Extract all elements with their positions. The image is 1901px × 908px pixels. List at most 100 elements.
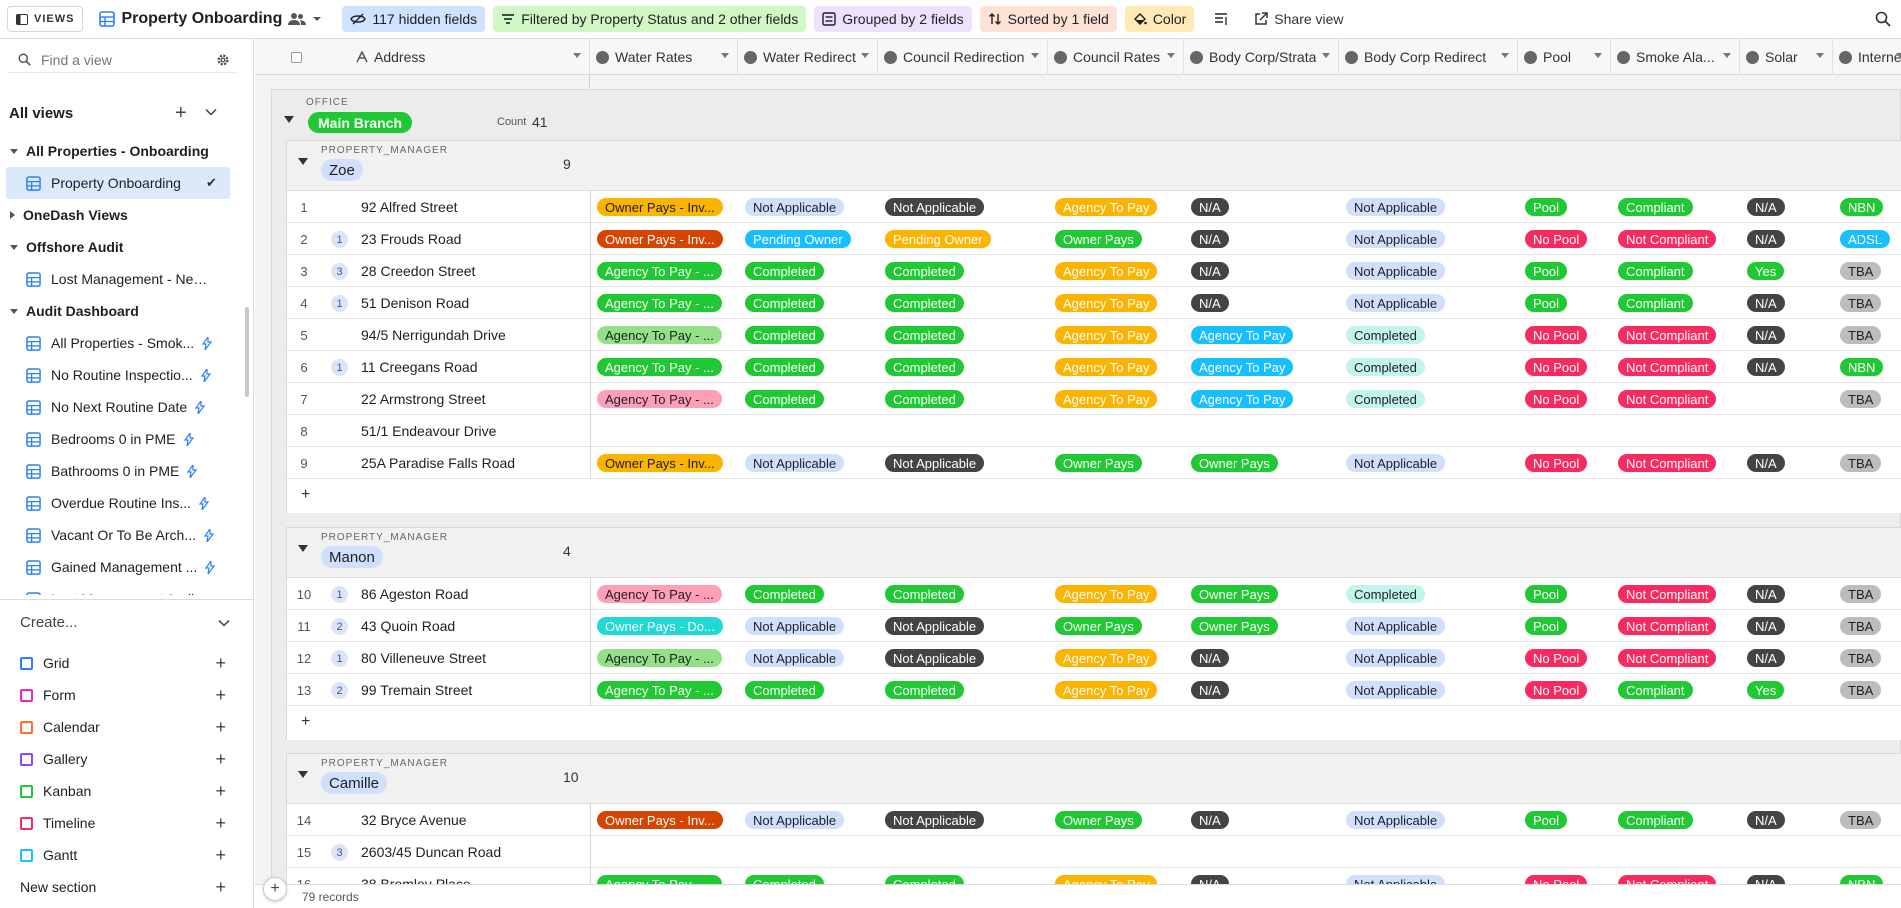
cell-internet[interactable]: TBA	[1834, 642, 1901, 674]
cell-water-redirect[interactable]: Pending Owner	[739, 223, 879, 255]
address-cell[interactable]: 2603/45 Duncan Road	[361, 836, 501, 868]
cell-council-redirection[interactable]: Not Applicable	[879, 642, 1049, 674]
cell-smoke-ala[interactable]: Not Compliant	[1612, 447, 1741, 479]
cell-smoke-ala[interactable]: Not Compliant	[1612, 578, 1741, 610]
table-row[interactable]: 14 32 Bryce Avenue Owner Pays - Inv... Not …	[287, 804, 1901, 836]
cell-smoke-ala[interactable]: Compliant	[1612, 255, 1741, 287]
cell-water-redirect[interactable]: Not Applicable	[739, 191, 879, 223]
cell-body-corp-strata[interactable]	[1185, 836, 1340, 868]
cell-pool[interactable]: Pool	[1519, 610, 1612, 642]
comment-count-badge[interactable]: 1	[331, 650, 348, 667]
cell-body-corp-strata[interactable]: N/A	[1185, 642, 1340, 674]
cell-council-rates[interactable]: Agency To Pay	[1049, 319, 1185, 351]
cell-pool[interactable]	[1519, 836, 1612, 868]
cell-water-rates[interactable]: Agency To Pay - ...	[591, 319, 739, 351]
comment-count-badge[interactable]: 3	[331, 263, 348, 280]
collapse-group-icon[interactable]	[284, 116, 294, 123]
sidebar-item-bedrooms-0-in-pme[interactable]: Bedrooms 0 in PME	[0, 423, 240, 455]
cell-internet[interactable]: NBN	[1834, 191, 1901, 223]
cell-council-redirection[interactable]: Completed	[879, 255, 1049, 287]
view-search-input[interactable]	[41, 51, 201, 68]
cell-council-rates[interactable]: Agency To Pay	[1049, 674, 1185, 706]
add-view-icon[interactable]: +	[175, 102, 187, 125]
cell-water-rates[interactable]: Owner Pays - Inv...	[591, 804, 739, 836]
table-row[interactable]: 15 3 2603/45 Duncan Road	[287, 836, 1901, 868]
cell-council-redirection[interactable]: Completed	[879, 578, 1049, 610]
cell-smoke-ala[interactable]: Compliant	[1612, 674, 1741, 706]
cell-pool[interactable]: No Pool	[1519, 319, 1612, 351]
cell-pool[interactable]: No Pool	[1519, 351, 1612, 383]
cell-council-rates[interactable]: Owner Pays	[1049, 447, 1185, 479]
cell-council-redirection[interactable]: Not Applicable	[879, 191, 1049, 223]
cell-body-corp-redirect[interactable]: Not Applicable	[1340, 223, 1519, 255]
cell-water-redirect[interactable]: Not Applicable	[739, 642, 879, 674]
comment-count-badge[interactable]: 3	[331, 844, 348, 861]
cell-smoke-ala[interactable]: Not Compliant	[1612, 319, 1741, 351]
cell-water-rates[interactable]: Owner Pays - Inv...	[591, 447, 739, 479]
cell-solar[interactable]: N/A	[1741, 191, 1834, 223]
comment-count-badge[interactable]: 1	[331, 295, 348, 312]
cell-water-redirect[interactable]: Completed	[739, 255, 879, 287]
new-section-button[interactable]: New section +	[20, 875, 226, 899]
address-cell[interactable]: 51/1 Endeavour Drive	[361, 415, 496, 447]
cell-council-redirection[interactable]	[879, 415, 1049, 447]
cell-council-rates[interactable]: Owner Pays	[1049, 223, 1185, 255]
row-height-button[interactable]	[1208, 6, 1234, 32]
table-row[interactable]: 3 3 28 Creedon Street Agency To Pay - ... Co…	[287, 255, 1901, 287]
sidebar-item-no-routine-inspectio[interactable]: No Routine Inspectio...	[0, 359, 240, 391]
cell-internet[interactable]	[1834, 836, 1901, 868]
collapse-group-icon[interactable]	[298, 158, 308, 165]
cell-pool[interactable]: No Pool	[1519, 642, 1612, 674]
address-cell[interactable]: 94/5 Nerrigundah Drive	[361, 319, 506, 351]
cell-internet[interactable]: TBA	[1834, 255, 1901, 287]
cell-solar[interactable]: Yes	[1741, 255, 1834, 287]
table-row[interactable]: 5 94/5 Nerrigundah Drive Agency To Pay - .…	[287, 319, 1901, 351]
address-cell[interactable]: 23 Frouds Road	[361, 223, 461, 255]
address-cell[interactable]: 51 Denison Road	[361, 287, 469, 319]
sidebar-item-overdue-routine-ins[interactable]: Overdue Routine Ins...	[0, 487, 240, 519]
cell-council-redirection[interactable]: Not Applicable	[879, 610, 1049, 642]
comment-count-badge[interactable]: 2	[331, 618, 348, 635]
cell-internet[interactable]: TBA	[1834, 610, 1901, 642]
column-header-council-rates[interactable]: Council Rates	[1048, 39, 1184, 75]
cell-council-rates[interactable]: Agency To Pay	[1049, 383, 1185, 415]
column-header-body-corp-redirect[interactable]: Body Corp Redirect	[1339, 39, 1518, 75]
cell-solar[interactable]: N/A	[1741, 447, 1834, 479]
cell-pool[interactable]: Pool	[1519, 804, 1612, 836]
cell-body-corp-strata[interactable]: Owner Pays	[1185, 447, 1340, 479]
sidebar-scrollbar[interactable]	[245, 307, 249, 397]
cell-body-corp-redirect[interactable]: Not Applicable	[1340, 610, 1519, 642]
address-cell[interactable]: 43 Quoin Road	[361, 610, 455, 642]
table-row[interactable]: 6 1 11 Creegans Road Agency To Pay - ... Com…	[287, 351, 1901, 383]
cell-council-rates[interactable]: Agency To Pay	[1049, 287, 1185, 319]
all-views-header[interactable]: All views +	[9, 102, 229, 125]
cell-pool[interactable]: No Pool	[1519, 447, 1612, 479]
cell-body-corp-redirect[interactable]: Not Applicable	[1340, 191, 1519, 223]
address-cell[interactable]: 80 Villeneuve Street	[361, 642, 486, 674]
cell-smoke-ala[interactable]: Not Compliant	[1612, 383, 1741, 415]
sidebar-item-property-onboarding[interactable]: Property Onboarding ✔	[6, 167, 230, 199]
cell-body-corp-redirect[interactable]: Not Applicable	[1340, 255, 1519, 287]
cell-smoke-ala[interactable]: Compliant	[1612, 191, 1741, 223]
cell-water-rates[interactable]: Agency To Pay - ...	[591, 578, 739, 610]
table-row[interactable]: 10 1 86 Ageston Road Agency To Pay - ... Com…	[287, 578, 1901, 610]
create-calendar-button[interactable]: Calendar +	[20, 715, 226, 739]
cell-water-redirect[interactable]: Completed	[739, 287, 879, 319]
cell-body-corp-strata[interactable]: Owner Pays	[1185, 578, 1340, 610]
create-grid-button[interactable]: Grid +	[20, 651, 226, 675]
cell-water-rates[interactable]: Agency To Pay - ...	[591, 287, 739, 319]
search-button[interactable]	[1875, 11, 1891, 30]
cell-body-corp-strata[interactable]	[1185, 415, 1340, 447]
cell-body-corp-redirect[interactable]	[1340, 415, 1519, 447]
address-cell[interactable]: 92 Alfred Street	[361, 191, 458, 223]
cell-internet[interactable]: TBA	[1834, 319, 1901, 351]
cell-body-corp-redirect[interactable]: Not Applicable	[1340, 642, 1519, 674]
cell-smoke-ala[interactable]: Not Compliant	[1612, 351, 1741, 383]
cell-water-rates[interactable]: Owner Pays - Inv...	[591, 191, 739, 223]
chevron-down-icon[interactable]	[205, 108, 217, 116]
cell-internet[interactable]: ADSL	[1834, 223, 1901, 255]
table-row[interactable]: 9 25A Paradise Falls Road Owner Pays - Inv…	[287, 447, 1901, 479]
cell-council-rates[interactable]: Owner Pays	[1049, 610, 1185, 642]
address-cell[interactable]: 25A Paradise Falls Road	[361, 447, 515, 479]
table-row[interactable]: 7 22 Armstrong Street Agency To Pay - ... C…	[287, 383, 1901, 415]
